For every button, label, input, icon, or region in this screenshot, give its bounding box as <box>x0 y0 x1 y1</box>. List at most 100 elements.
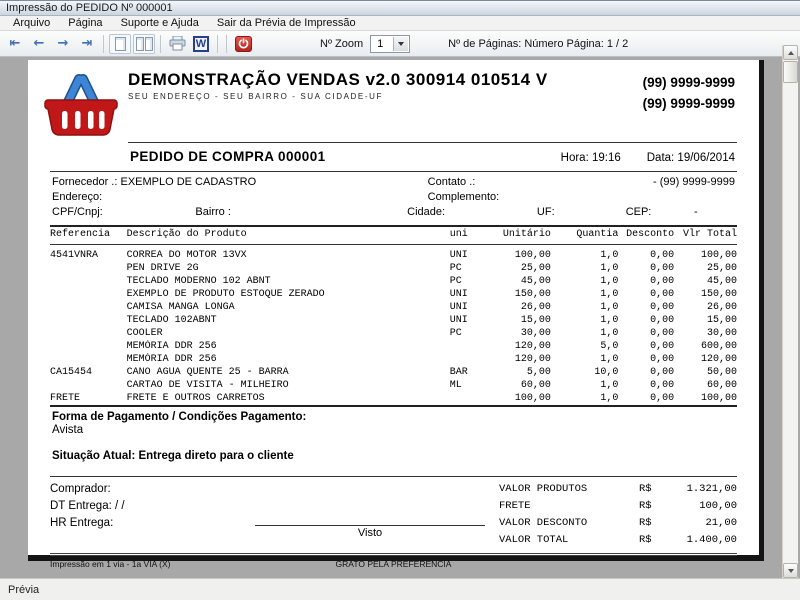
single-page-view-button[interactable] <box>109 34 131 54</box>
table-row: CAMISA MANGA LONGAUNI26,001,00,0026,00 <box>50 301 737 314</box>
table-row: TECLADO MODERNO 102 ABNTPC45,001,00,0045… <box>50 275 737 288</box>
toolbar-separator <box>103 35 104 53</box>
power-icon <box>235 36 252 52</box>
cpf-label: CPF/Cnpj: <box>52 205 195 220</box>
next-page-button[interactable]: → <box>52 34 74 54</box>
situacao-atual: Situação Atual: Entrega direto para o cl… <box>52 450 735 474</box>
signature-totals-section: Comprador: DT Entrega: / / HR Entrega: V… <box>50 477 737 553</box>
pages-info: Nº de Páginas: Número Página: 1 / 2 <box>448 38 628 50</box>
dropdown-arrow-icon[interactable] <box>393 37 408 51</box>
signature-line <box>255 525 485 526</box>
items-table-header: ReferenciaDescrição do ProdutouniUnitári… <box>50 227 737 245</box>
totals-block: VALOR PRODUTOSR$1.321,00FRETER$100,00VAL… <box>499 481 737 549</box>
scroll-up-button[interactable] <box>783 45 798 60</box>
uf-label: UF: <box>537 205 626 220</box>
items-table: ReferenciaDescrição do ProdutouniUnitári… <box>50 227 737 405</box>
two-page-icon <box>136 37 153 51</box>
menu-bar: Arquivo Página Suporte e Ajuda Sair da P… <box>0 16 800 31</box>
order-date: Data: 19/06/2014 <box>647 152 735 164</box>
toolbar-separator <box>226 35 227 53</box>
scrollbar-thumb[interactable] <box>783 61 798 83</box>
zoom-label: Nº Zoom <box>320 38 363 50</box>
cep-label: CEP: <box>626 205 694 220</box>
table-row: CA15454CANO AGUA QUENTE 25 - BARRABAR5,0… <box>50 366 737 379</box>
print-button[interactable] <box>166 34 188 54</box>
bairro-label: Bairro : <box>195 205 407 220</box>
last-page-button[interactable]: ⇥ <box>76 34 98 54</box>
menu-pagina[interactable]: Página <box>59 17 111 29</box>
window-title: Impressão do PEDIDO Nº 000001 <box>6 2 173 14</box>
order-title-row: PEDIDO DE COMPRA 000001 Hora: 19:16 Data… <box>128 143 737 171</box>
payment-label: Forma de Pagamento / Condições Pagamento… <box>52 411 735 423</box>
contato-label: Contato .: <box>428 175 476 190</box>
scroll-down-button[interactable] <box>783 563 798 578</box>
cep-value: - <box>694 205 698 220</box>
fornecedor-value: EXEMPLO DE CADASTRO <box>120 176 256 188</box>
status-bar: Prévia <box>0 578 800 600</box>
first-page-icon: ⇤ <box>10 37 21 50</box>
table-row: MEMÓRIA DDR 256120,001,00,00120,00 <box>50 353 737 366</box>
single-page-icon <box>115 37 126 51</box>
total-row: VALOR TOTALR$1.400,00 <box>499 532 737 549</box>
arrow-up-icon <box>788 51 794 55</box>
order-title: PEDIDO DE COMPRA 000001 <box>130 149 326 164</box>
document-header: DEMONSTRAÇÃO VENDAS v2.0 300914 010514 V… <box>50 70 737 134</box>
table-row: TECLADO 102ABNTUNI15,001,00,0015,00 <box>50 314 737 327</box>
column-header: Descrição do Produto <box>127 227 450 245</box>
menu-sair-da-previa[interactable]: Sair da Prévia de Impressão <box>208 17 365 29</box>
last-page-icon: ⇥ <box>82 37 93 50</box>
thanks-note: GRATO PELA PREFERENCIA <box>50 559 737 569</box>
column-header: Vlr Total <box>674 227 737 245</box>
next-page-icon: → <box>58 37 69 50</box>
table-row: COOLERPC30,001,00,0030,00 <box>50 327 737 340</box>
column-header: Unitário <box>487 227 551 245</box>
total-row: VALOR PRODUTOSR$1.321,00 <box>499 481 737 498</box>
column-header: uni <box>450 227 488 245</box>
cidade-label: Cidade: <box>407 205 537 220</box>
payment-section: Forma de Pagamento / Condições Pagamento… <box>50 407 737 476</box>
window-titlebar: Impressão do PEDIDO Nº 000001 <box>0 0 800 16</box>
previous-page-button[interactable]: ← <box>28 34 50 54</box>
column-header: Quantia <box>551 227 618 245</box>
payment-value: Avista <box>52 424 735 436</box>
table-row: CARTAO DE VISITA - MILHEIROML60,001,00,0… <box>50 379 737 392</box>
dt-entrega-label: DT Entrega: <box>50 500 112 512</box>
first-page-button[interactable]: ⇤ <box>4 34 26 54</box>
document-footer: Impressão em 1 via - 1a VIA (X) GRATO PE… <box>50 556 737 569</box>
table-row: FRETEFRETE E OUTROS CARRETOS100,001,00,0… <box>50 392 737 405</box>
vertical-scrollbar[interactable] <box>782 45 798 578</box>
status-text: Prévia <box>8 584 39 596</box>
zoom-dropdown[interactable]: 1 <box>370 35 410 53</box>
basket-logo-icon <box>40 70 122 139</box>
column-header: Desconto <box>618 227 674 245</box>
previous-page-icon: ← <box>34 37 45 50</box>
company-phone-1: (99) 9999-9999 <box>643 72 735 93</box>
two-page-view-button[interactable] <box>133 34 155 54</box>
zoom-value: 1 <box>377 38 383 50</box>
visto-label: Visto <box>255 527 485 539</box>
column-header: Referencia <box>50 227 127 245</box>
endereco-label: Endereço: <box>52 190 428 205</box>
table-row: MEMÓRIA DDR 256120,005,00,00600,00 <box>50 340 737 353</box>
toolbar: ⇤ ← → ⇥ W Nº Zoom 1 Nº de Páginas: Númer… <box>0 31 800 57</box>
export-word-button[interactable]: W <box>190 34 212 54</box>
supplier-section: Fornecedor .: EXEMPLO DE CADASTRO Contat… <box>50 172 737 225</box>
table-row: 4541VNRACORREA DO MOTOR 13VXUNI100,001,0… <box>50 249 737 262</box>
toolbar-separator <box>217 35 218 53</box>
word-icon: W <box>193 36 209 52</box>
table-row: EXEMPLO DE PRODUTO ESTOQUE ZERADOUNI150,… <box>50 288 737 301</box>
total-row: FRETER$100,00 <box>499 498 737 515</box>
document-page: DEMONSTRAÇÃO VENDAS v2.0 300914 010514 V… <box>28 60 764 561</box>
menu-suporte-e-ajuda[interactable]: Suporte e Ajuda <box>112 17 208 29</box>
dt-entrega-value: / / <box>115 500 125 512</box>
contato-value: - (99) 9999-9999 <box>653 175 735 190</box>
close-preview-button[interactable] <box>232 34 254 54</box>
total-row: VALOR DESCONTOR$21,00 <box>499 515 737 532</box>
preview-area: DEMONSTRAÇÃO VENDAS v2.0 300914 010514 V… <box>0 57 800 578</box>
company-phone-2: (99) 9999-9999 <box>643 93 735 114</box>
table-row: PEN DRIVE 2GPC25,001,00,0025,00 <box>50 262 737 275</box>
menu-arquivo[interactable]: Arquivo <box>4 17 59 29</box>
fornecedor-label: Fornecedor .: <box>52 176 117 188</box>
complemento-label: Complemento: <box>428 190 500 205</box>
printer-icon <box>169 36 186 51</box>
